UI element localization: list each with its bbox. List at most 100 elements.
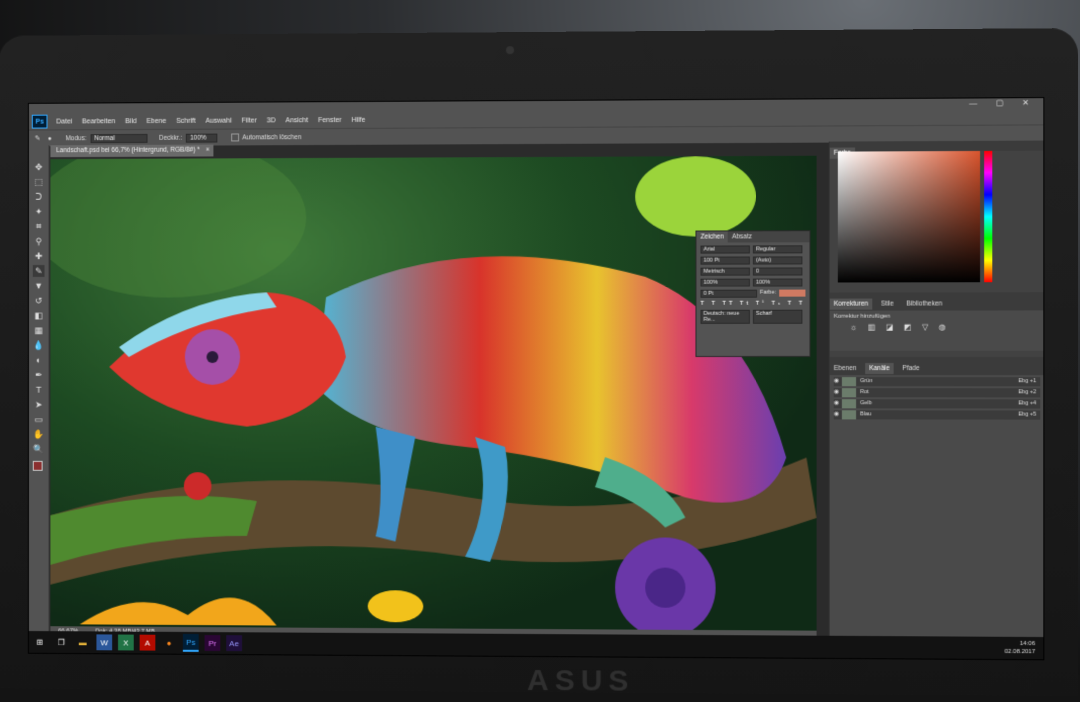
vertical-scale-field[interactable]: 100% <box>700 278 750 287</box>
acrobat-icon[interactable]: A <box>139 634 156 651</box>
marquee-tool-icon[interactable]: ⬚ <box>33 176 45 188</box>
layer-thumbnail <box>841 388 857 398</box>
kerning-field[interactable]: Metrisch <box>700 267 750 276</box>
close-tab-icon[interactable]: × <box>206 145 210 157</box>
opacity-field[interactable]: 100% <box>186 133 218 143</box>
layer-thumbnail <box>841 377 857 387</box>
zoom-tool-icon[interactable]: 🔍 <box>33 443 45 455</box>
menu-datei[interactable]: Datei <box>56 118 72 125</box>
healing-tool-icon[interactable]: ✚ <box>33 250 45 262</box>
document-tab[interactable]: Landschaft.psd bei 66,7% (Hintergrund, R… <box>50 144 214 158</box>
menu-ebene[interactable]: Ebene <box>146 117 166 124</box>
mode-select[interactable]: Normal <box>90 133 148 143</box>
eyedropper-tool-icon[interactable]: ⚲ <box>33 235 45 247</box>
eraser-tool-icon[interactable]: ◧ <box>33 310 45 322</box>
menu-bild[interactable]: Bild <box>125 118 136 125</box>
visibility-eye-icon[interactable]: ◉ <box>834 410 842 419</box>
menu-schrift[interactable]: Schrift <box>176 117 196 124</box>
menu-bearbeiten[interactable]: Bearbeiten <box>82 118 115 125</box>
menu-fenster[interactable]: Fenster <box>318 117 342 124</box>
taskbar-clock[interactable]: 14:06 02.08.2017 <box>1005 640 1036 656</box>
toolbox: ✥ ⬚ ᑐ ✦ ⌗ ⚲ ✚ ✎ ▼ ↺ ◧ ▦ 💧 ◐ ✒ T ➤ ▭ ✋ 🔍 <box>28 145 50 632</box>
text-tool-icon[interactable]: T <box>33 384 45 396</box>
baseline-field[interactable]: 0 Pt <box>700 289 758 298</box>
hue-slider[interactable] <box>984 150 993 283</box>
layer-row[interactable]: ◉ Grün Ebg +1 <box>833 377 1041 387</box>
right-panel-dock: Farbe Korrekturen Stile Bibliotheken Kor… <box>828 140 1045 638</box>
photoshop-taskbar-icon[interactable]: Ps <box>182 633 199 652</box>
tab-bibliotheken[interactable]: Bibliotheken <box>902 298 946 309</box>
foreground-color-swatch[interactable] <box>32 460 43 471</box>
gradient-tool-icon[interactable]: ▦ <box>33 324 45 336</box>
layer-shortcut: Ebg +1 <box>1018 378 1037 385</box>
font-size-field[interactable]: 100 Pt <box>700 256 750 265</box>
clock-date: 02.08.2017 <box>1004 648 1036 656</box>
file-explorer-icon[interactable]: ▬ <box>75 634 91 650</box>
auto-erase-checkbox[interactable] <box>231 133 240 142</box>
windows-start-icon[interactable]: ⊞ <box>32 634 48 650</box>
lasso-tool-icon[interactable]: ᑐ <box>33 191 45 203</box>
firefox-icon[interactable]: ● <box>161 635 177 651</box>
laptop-bezel: — ▢ ✕ Ps Datei Bearbeiten Bild Ebene Sch… <box>0 28 1079 698</box>
document-title: Landschaft.psd bei 66,7% (Hintergrund, R… <box>56 146 200 155</box>
menu-filter[interactable]: Filter <box>241 117 256 124</box>
window-controls[interactable]: — ▢ ✕ <box>969 98 1037 107</box>
menu-ansicht[interactable]: Ansicht <box>285 117 308 124</box>
font-style-select[interactable]: Regular <box>752 245 803 254</box>
menu-auswahl[interactable]: Auswahl <box>206 117 232 124</box>
brush-tool-icon[interactable]: ✎ <box>35 134 40 142</box>
tab-korrekturen[interactable]: Korrekturen <box>829 298 873 310</box>
tab-kanaele[interactable]: Kanäle <box>865 363 894 375</box>
leading-field[interactable]: (Auto) <box>752 256 803 265</box>
menu-3d[interactable]: 3D <box>267 117 276 124</box>
tracking-field[interactable]: 0 <box>752 267 803 276</box>
layer-thumbnail <box>841 410 857 420</box>
layer-row[interactable]: ◉ Rot Ebg +2 <box>833 388 1041 398</box>
magic-wand-tool-icon[interactable]: ✦ <box>33 206 45 218</box>
excel-icon[interactable]: X <box>118 634 134 651</box>
tab-stile[interactable]: Stile <box>877 298 898 309</box>
font-family-select[interactable]: Arial <box>700 245 750 254</box>
stamp-tool-icon[interactable]: ▼ <box>33 280 45 292</box>
adjustment-icons[interactable]: ☼ ▥ ◪ ◩ ▽ ◍ <box>830 323 1045 332</box>
crop-tool-icon[interactable]: ⌗ <box>33 221 45 233</box>
visibility-eye-icon[interactable]: ◉ <box>834 377 842 386</box>
premiere-taskbar-icon[interactable]: Pr <box>204 635 221 652</box>
laptop-brand-logo: ASUS <box>527 663 635 698</box>
after-effects-taskbar-icon[interactable]: Ae <box>226 635 243 652</box>
visibility-eye-icon[interactable]: ◉ <box>834 399 842 408</box>
hand-tool-icon[interactable]: ✋ <box>33 428 45 440</box>
task-view-icon[interactable]: ❐ <box>53 634 69 650</box>
path-select-icon[interactable]: ➤ <box>33 399 45 411</box>
tab-pfade[interactable]: Pfade <box>898 363 923 374</box>
tab-zeichen[interactable]: Zeichen <box>696 231 728 243</box>
horizontal-scale-field[interactable]: 100% <box>752 278 803 287</box>
layer-row[interactable]: ◉ Gelb Ebg +4 <box>833 399 1041 409</box>
brush-preset-icon[interactable]: ● <box>48 135 52 142</box>
antialias-select[interactable]: Scharf <box>752 309 803 324</box>
blur-tool-icon[interactable]: 💧 <box>33 339 45 351</box>
history-brush-icon[interactable]: ↺ <box>33 295 45 307</box>
color-label: Farbe: <box>760 289 777 296</box>
foliage-blur <box>50 155 307 298</box>
dodge-tool-icon[interactable]: ◐ <box>33 354 45 366</box>
clock-time: 14:06 <box>1019 640 1036 648</box>
word-icon[interactable]: W <box>96 634 113 651</box>
text-color-swatch[interactable] <box>779 289 806 297</box>
pen-tool-icon[interactable]: ✒ <box>33 369 45 381</box>
text-style-buttons-icon[interactable]: T T TT Tt T¹ T₁ T T <box>701 301 806 307</box>
visibility-eye-icon[interactable]: ◉ <box>834 388 842 397</box>
document-canvas[interactable]: Zeichen Absatz Arial Regular 100 Pt (Aut… <box>50 155 817 631</box>
menu-hilfe[interactable]: Hilfe <box>351 116 365 123</box>
tab-ebenen[interactable]: Ebenen <box>830 363 861 374</box>
layer-name: Grün <box>860 378 873 385</box>
language-select[interactable]: Deutsch: neue Re... <box>700 309 750 324</box>
layer-row[interactable]: ◉ Blau Ebg +5 <box>833 410 1041 420</box>
tab-absatz[interactable]: Absatz <box>728 231 756 242</box>
layer-shortcut: Ebg +4 <box>1018 400 1037 407</box>
color-picker-field[interactable] <box>837 150 981 283</box>
layers-panel: Ebenen Kanäle Pfade ◉ Grün Ebg +1 ◉ Rot … <box>829 356 1045 638</box>
shape-tool-icon[interactable]: ▭ <box>33 413 45 425</box>
brush-tool-icon-active[interactable]: ✎ <box>32 265 45 277</box>
move-tool-icon[interactable]: ✥ <box>33 161 45 173</box>
